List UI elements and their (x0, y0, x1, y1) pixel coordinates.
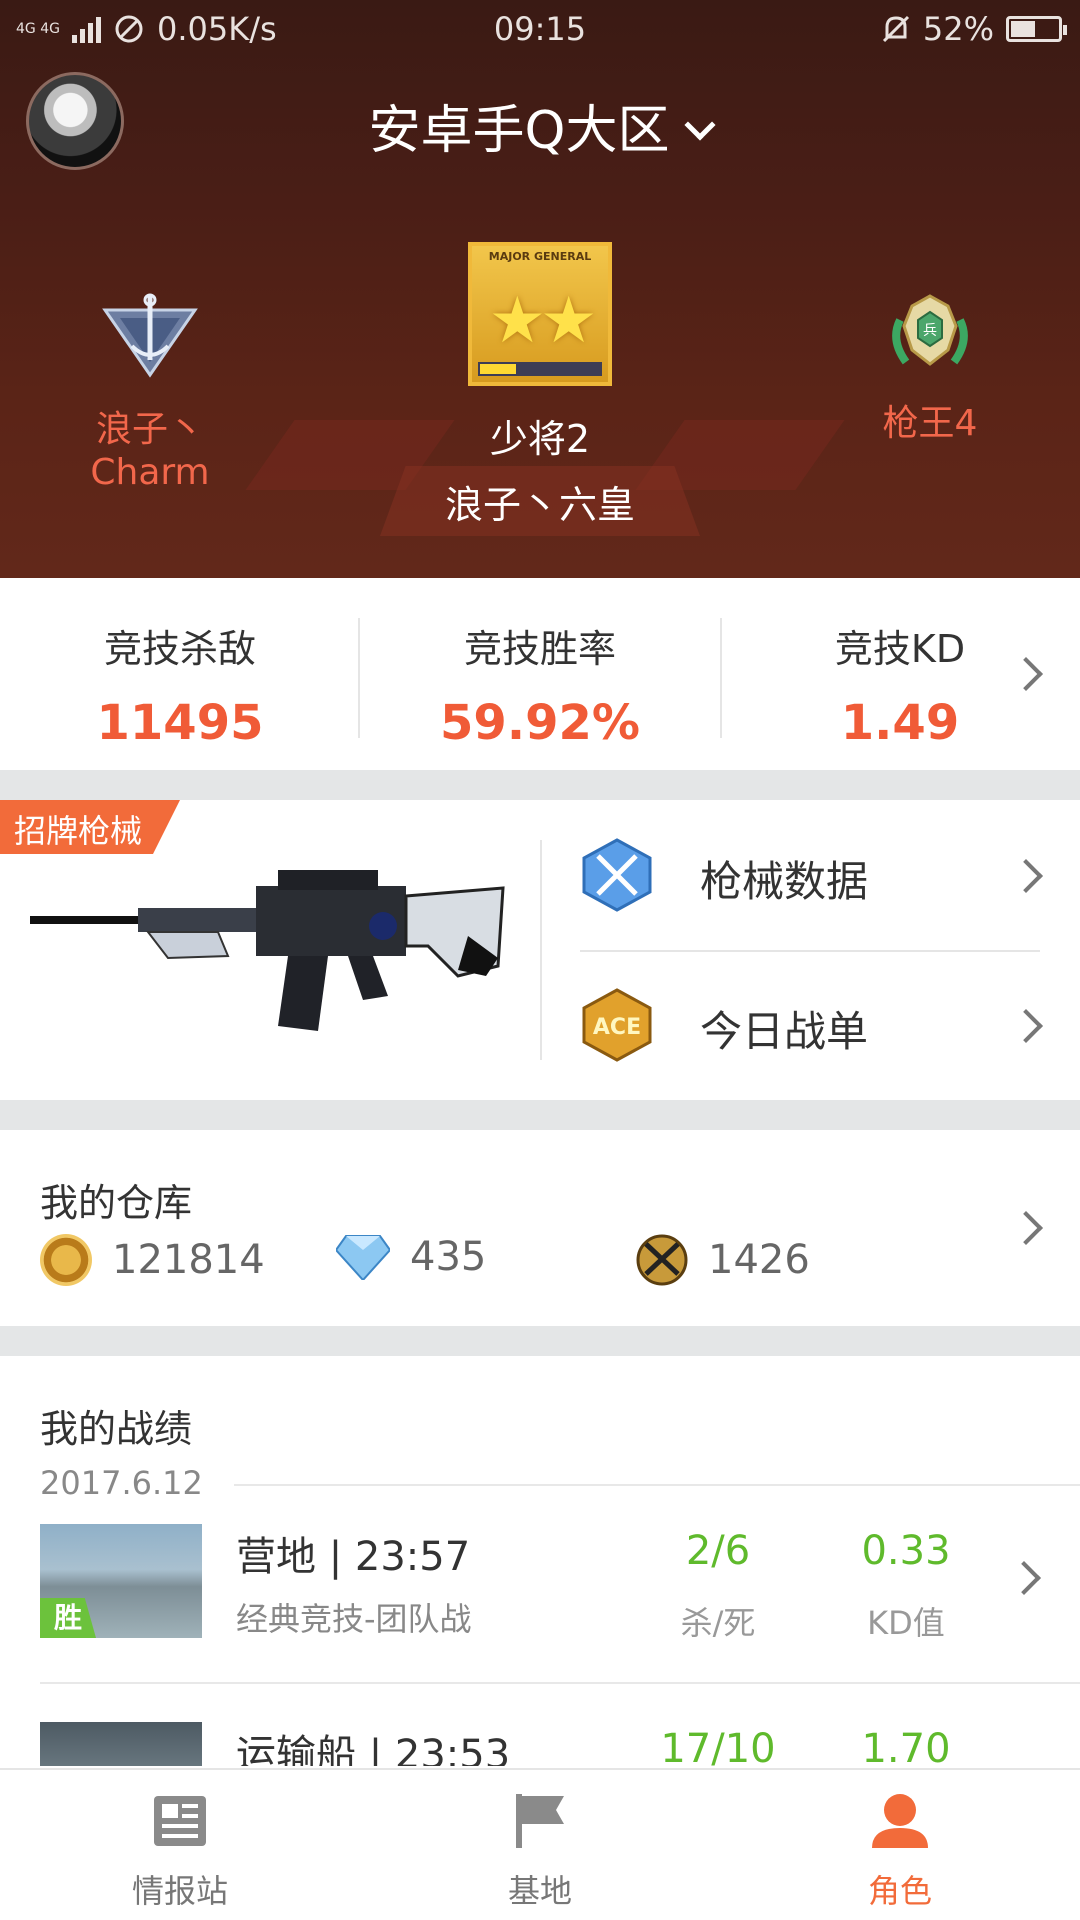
gold-coin-icon (40, 1234, 92, 1286)
chevron-right-icon (1009, 1009, 1043, 1043)
record-date: 2017.6.12 (40, 1464, 203, 1502)
badge-text: MAJOR GENERAL (488, 250, 592, 263)
win-badge: 胜 (40, 1598, 96, 1638)
stat-winrate-value: 59.92% (440, 695, 640, 751)
match-row[interactable]: 胜 营地 | 23:57 经典竞技-团队战 2/6 杀/死 0.33 KD值 (40, 1524, 1041, 1644)
match-map: 营地 | 23:57 (236, 1534, 471, 1580)
diamond-icon (336, 1235, 390, 1280)
left-rank[interactable]: 浪子丶Charm (40, 290, 260, 493)
tab-character[interactable]: 角色 (800, 1792, 1000, 1912)
flag-icon (516, 1794, 564, 1848)
medal-value: 1426 (708, 1237, 810, 1283)
stat-winrate-label: 竞技胜率 (463, 627, 616, 671)
stat-kd-value: 1.49 (840, 695, 960, 751)
battery-percent: 52% (922, 10, 994, 48)
tab-base-label: 基地 (507, 1872, 572, 1910)
right-rank[interactable]: 兵 枪王4 (840, 290, 1020, 446)
match-kd: 0.33 (861, 1528, 951, 1574)
section-gap (0, 1326, 1080, 1356)
anchor-rank-icon (102, 293, 198, 378)
divider (358, 618, 360, 738)
tab-character-label: 角色 (867, 1872, 932, 1910)
crossed-guns-medal-icon (636, 1234, 688, 1286)
stat-kills-value: 11495 (96, 695, 264, 751)
ace-icon-text: ACE (593, 1015, 641, 1040)
gold-resource: 121814 (40, 1234, 265, 1286)
records-title: 我的战绩 (40, 1407, 193, 1451)
warehouse-section[interactable]: 我的仓库 121814 435 1426 (0, 1130, 1080, 1326)
today-battles-row[interactable]: ACE 今日战单 (580, 988, 1043, 1068)
section-gap (0, 1100, 1080, 1130)
bottom-tab-bar: 情报站 基地 角色 (0, 1768, 1080, 1920)
divider (580, 950, 1040, 952)
stats-row[interactable]: 竞技杀敌 11495 竞技胜率 59.92% 竞技KD 1.49 (0, 578, 1080, 770)
major-general-badge-icon: MAJOR GENERAL ★★ (468, 242, 612, 386)
weapon-data-row[interactable]: 枪械数据 (580, 838, 1043, 918)
center-rank-name: 少将2 (489, 417, 591, 461)
stat-kd: 竞技KD 1.49 (750, 618, 1050, 751)
match-kill-death: 2/6 (685, 1528, 751, 1574)
chevron-right-icon (1009, 859, 1043, 893)
profile-header: 4G 4G 0.05K/s 09:15 52% 安卓手Q大区 浪子丶Charm … (0, 0, 1080, 578)
ace-icon: ACE (582, 988, 652, 1062)
records-section: 我的战绩 2017.6.12 胜 营地 | 23:57 经典竞技-团队战 2/6… (0, 1356, 1080, 1766)
center-rank[interactable]: MAJOR GENERAL ★★ 少将2 (380, 242, 700, 463)
gun-king-icon: 兵 (892, 294, 968, 366)
gold-value: 121814 (112, 1237, 265, 1283)
weapon-data-label: 枪械数据 (700, 857, 869, 906)
weapon-section: 招牌枪械 枪械数据 ACE 今日战单 (0, 800, 1080, 1100)
divider (40, 1682, 1080, 1684)
diamond-value: 435 (410, 1234, 487, 1280)
player-name: 浪子丶六皇 (444, 483, 635, 527)
match-kd: 1.70 (861, 1726, 951, 1766)
divider (234, 1484, 1080, 1486)
chevron-down-icon (684, 109, 717, 141)
weapon-tag: 招牌枪械 (0, 800, 181, 854)
right-rank-name: 枪王4 (882, 403, 978, 444)
stat-kills: 竞技杀敌 11495 (30, 618, 330, 751)
stat-winrate: 竞技胜率 59.92% (390, 618, 690, 751)
rank-progress (478, 362, 602, 376)
server-name: 安卓手Q大区 (368, 101, 670, 161)
status-time: 09:15 (493, 10, 587, 48)
chevron-right-icon (1007, 1561, 1041, 1595)
medal-resource: 1426 (636, 1234, 810, 1286)
bell-muted-icon (882, 15, 909, 43)
app-screen: 4G 4G 0.05K/s 09:15 52% 安卓手Q大区 浪子丶Charm … (0, 0, 1080, 1920)
stat-kd-label: 竞技KD (834, 627, 966, 671)
tab-news[interactable]: 情报站 (80, 1792, 280, 1912)
match-kill-death-label: 杀/死 (680, 1604, 756, 1642)
stat-kills-label: 竞技杀敌 (103, 627, 256, 671)
rifle-image[interactable] (28, 866, 508, 1036)
tab-base[interactable]: 基地 (440, 1792, 640, 1912)
match-kd-label: KD值 (867, 1604, 945, 1642)
battery-icon (1006, 16, 1067, 42)
chevron-right-icon (1009, 1211, 1043, 1245)
section-gap (0, 770, 1080, 800)
stars-icon: ★★ (488, 284, 598, 358)
weapon-data-icon (582, 838, 652, 912)
svg-text:兵: 兵 (923, 323, 937, 339)
map-thumbnail (40, 1722, 202, 1766)
map-thumbnail: 胜 (40, 1524, 202, 1638)
news-icon (154, 1796, 206, 1846)
server-selector[interactable]: 安卓手Q大区 (0, 88, 1080, 163)
match-kill-death: 17/10 (660, 1726, 776, 1766)
status-bar: 4G 4G 0.05K/s 09:15 52% (0, 0, 1080, 58)
match-row[interactable]: 运输船 | 23:53 17/10 1.70 (40, 1722, 1040, 1766)
tab-news-label: 情报站 (131, 1872, 228, 1910)
divider (540, 840, 542, 1060)
warehouse-title: 我的仓库 (40, 1181, 193, 1225)
person-icon (872, 1794, 928, 1848)
match-mode: 经典竞技-团队战 (236, 1600, 472, 1638)
match-map: 运输船 | 23:53 (236, 1732, 511, 1766)
diamond-resource: 435 (336, 1234, 486, 1280)
today-battles-label: 今日战单 (700, 1007, 869, 1056)
divider (720, 618, 722, 738)
